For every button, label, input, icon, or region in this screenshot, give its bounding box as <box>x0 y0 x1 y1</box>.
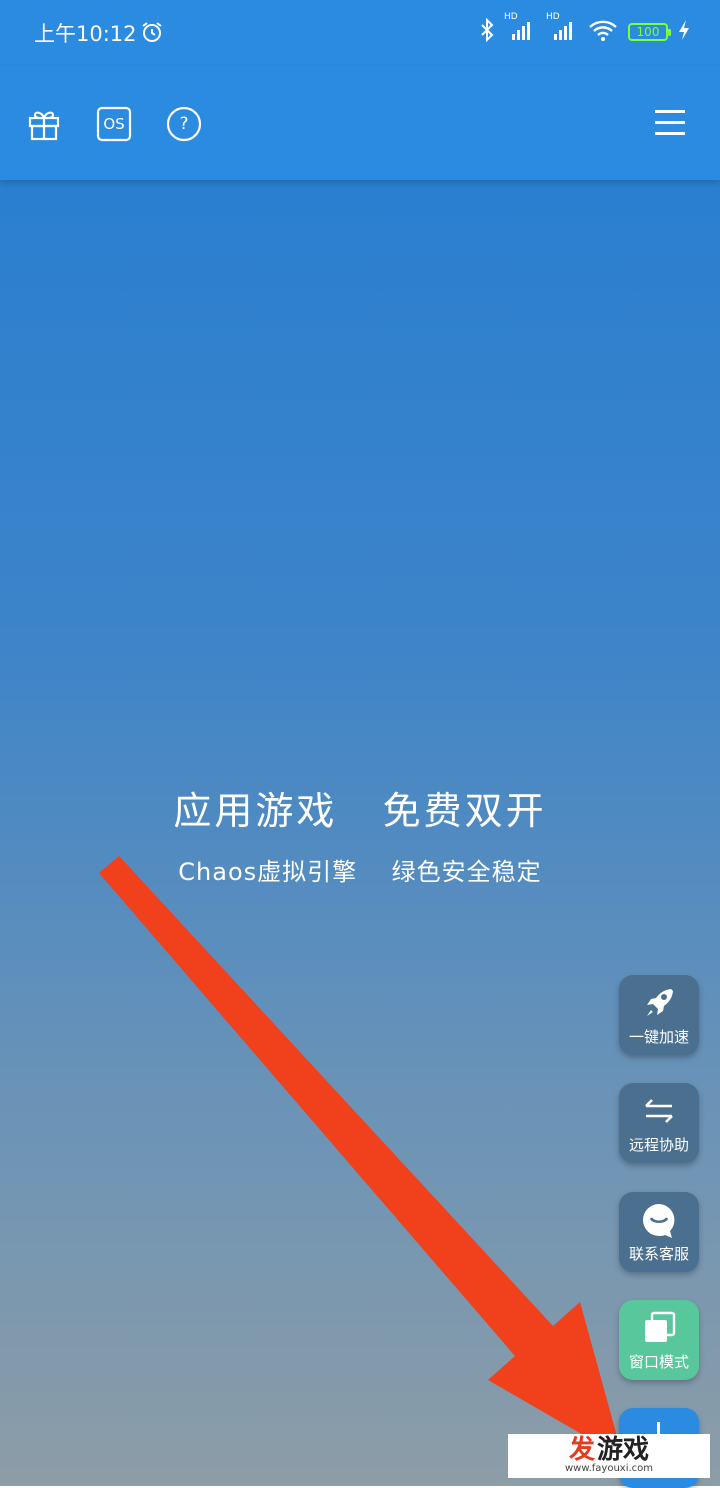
os-label: OS <box>103 115 125 133</box>
battery-icon: 100 <box>628 23 671 41</box>
hd-label: HD <box>546 12 560 22</box>
bluetooth-icon <box>480 17 494 46</box>
os-icon[interactable]: OS <box>96 106 132 142</box>
help-label: ? <box>179 114 189 134</box>
customer-service-label: 联系客服 <box>628 1245 689 1263</box>
battery-level: 100 <box>636 25 660 39</box>
help-icon[interactable]: ? <box>166 106 202 142</box>
window-mode-label: 窗口模式 <box>628 1353 689 1371</box>
subline: Chaos虚拟引擎 绿色安全稳定 <box>178 858 542 886</box>
remote-assist-label: 远程协助 <box>628 1136 689 1154</box>
alarm-icon <box>140 20 164 48</box>
status-icons: HD HD 100 <box>480 12 690 46</box>
smile-chat-icon <box>619 1200 699 1240</box>
swap-arrows-icon <box>619 1091 699 1131</box>
top-toolbar: OS ? <box>0 66 720 180</box>
remote-assist-button[interactable]: 远程协助 <box>619 1083 699 1163</box>
speed-up-label: 一键加速 <box>628 1028 689 1046</box>
menu-icon[interactable] <box>654 108 690 144</box>
rocket-icon <box>619 983 699 1023</box>
headline: 应用游戏 免费双开 <box>173 789 547 833</box>
gift-icon[interactable] <box>26 106 62 142</box>
charging-icon <box>678 19 690 45</box>
watermark-brand: 发 游戏 <box>569 1437 649 1463</box>
watermark-brand-a: 发 <box>568 1435 595 1465</box>
signal-hd-icon: HD <box>504 12 536 46</box>
wifi-icon <box>588 18 618 46</box>
signal-hd-icon: HD <box>546 12 578 46</box>
main-area: 应用游戏 免费双开 Chaos虚拟引擎 绿色安全稳定 一键加速 远程协助 联系客… <box>0 180 720 1488</box>
window-mode-icon <box>619 1308 699 1348</box>
watermark-brand-b: 游戏 <box>597 1435 650 1465</box>
status-bar: 上午10:12 HD HD 100 <box>0 0 720 66</box>
window-mode-button[interactable]: 窗口模式 <box>619 1300 699 1380</box>
hd-label: HD <box>504 12 518 22</box>
status-time: 上午10:12 <box>34 22 137 46</box>
watermark-url: www.fayouxi.com <box>564 1463 654 1474</box>
speed-up-button[interactable]: 一键加速 <box>619 975 699 1055</box>
watermark: 发 游戏 www.fayouxi.com <box>508 1434 710 1478</box>
customer-service-button[interactable]: 联系客服 <box>619 1192 699 1272</box>
